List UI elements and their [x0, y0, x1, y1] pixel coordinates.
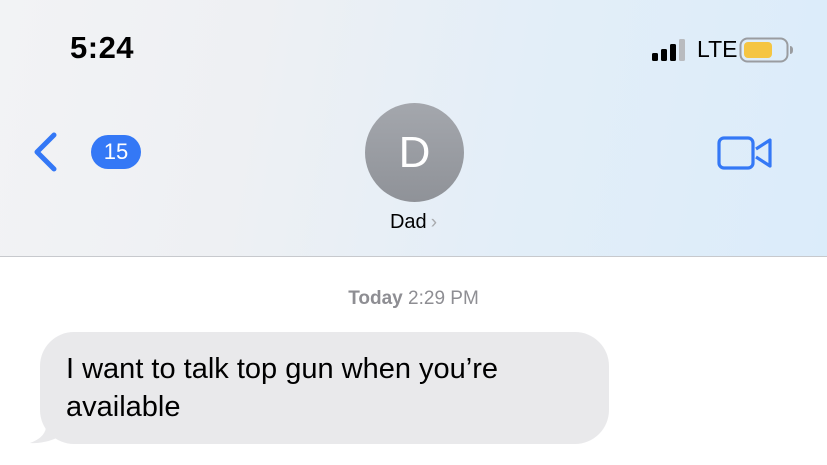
contact-name: Dad: [389, 211, 427, 233]
conversation-header: 5:24 LTE 15 D Dad ›: [0, 0, 827, 257]
timestamp-day: Today: [348, 288, 403, 309]
contact-avatar[interactable]: D: [365, 103, 464, 202]
signal-strength-icon: [652, 39, 685, 61]
message-item[interactable]: I want to talk top gun when you’re avail…: [28, 332, 618, 446]
contact-name-button[interactable]: Dad ›: [0, 211, 827, 234]
timestamp-time: 2:29 PM: [408, 288, 479, 309]
network-type-label: LTE: [697, 36, 738, 62]
video-call-icon[interactable]: [716, 134, 774, 172]
incoming-message-bubble: I want to talk top gun when you’re avail…: [40, 332, 609, 444]
chevron-left-icon: [34, 132, 57, 172]
status-time: 5:24: [70, 30, 135, 65]
chevron-right-icon: ›: [430, 212, 438, 233]
back-button[interactable]: 15: [30, 131, 141, 173]
message-timestamp: Today 2:29 PM: [0, 288, 827, 310]
battery-icon: [739, 37, 793, 63]
messages-screen: 5:24 LTE 15 D Dad › Today 2:29 PM I want…: [0, 0, 827, 465]
unread-count-badge: 15: [91, 135, 141, 169]
